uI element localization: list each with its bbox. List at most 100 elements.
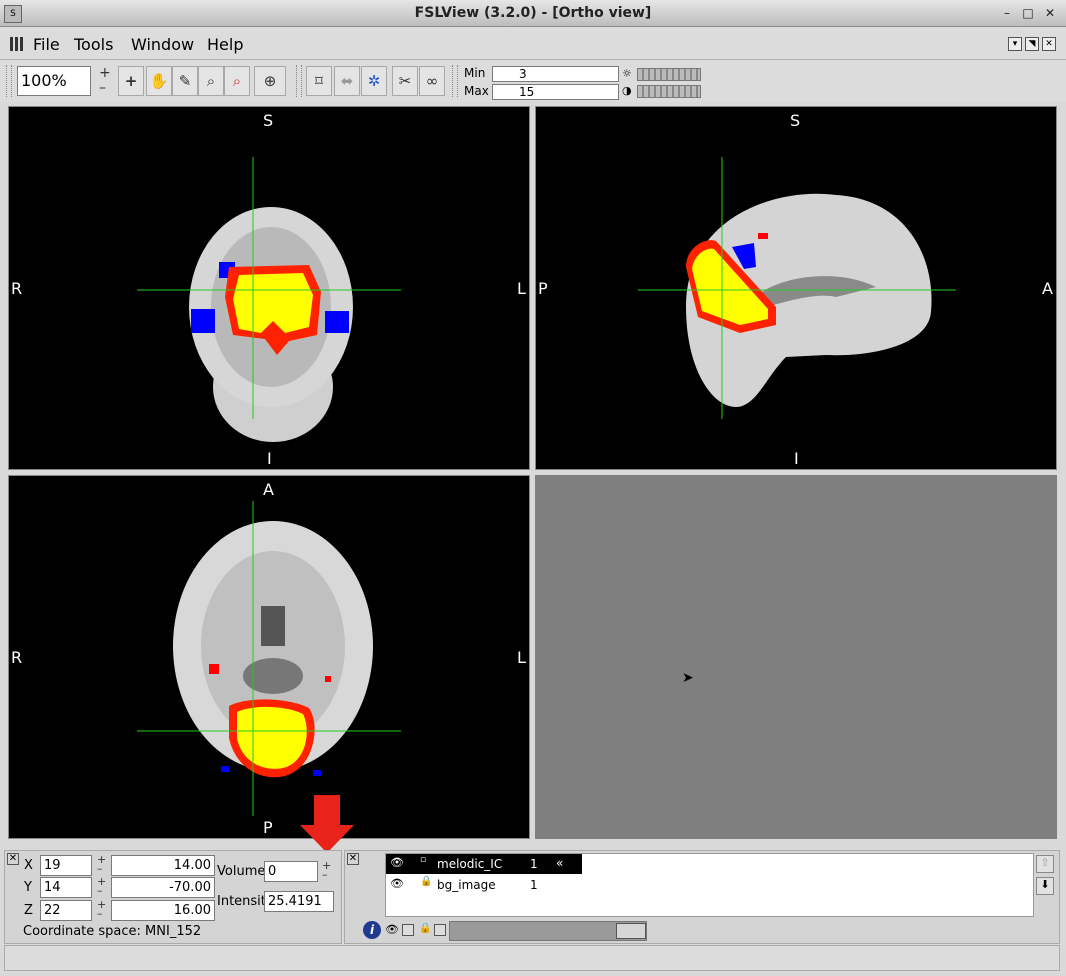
cursor-target-icon[interactable]: ⊕	[254, 66, 286, 96]
toolbar-separator-2	[452, 65, 458, 97]
menu-help[interactable]: Help	[207, 35, 243, 54]
double-chevron-left-icon[interactable]: «	[556, 856, 563, 870]
x-mm-input[interactable]: 14.00	[111, 855, 215, 876]
y-mm-input[interactable]: -70.00	[111, 877, 215, 898]
mdi-minimize-icon[interactable]: ▾	[1008, 37, 1022, 51]
title-bar: S FSLView (3.2.0) - [Ortho view] – □ ✕	[0, 0, 1066, 27]
min-label: Min	[464, 66, 486, 80]
sagittal-bottom-label: I	[794, 449, 799, 468]
intensity-field: 25.4191	[264, 891, 334, 912]
layer-info-icon[interactable]: i	[363, 921, 381, 939]
coronal-brain-image	[137, 157, 401, 442]
visibility-eye-icon[interactable]: 👁	[390, 877, 404, 890]
layer-panel: ✕ 👁 ▫ melodic_IC 1 « 👁 🔒 bg_image 1 ⇧ ⬇ …	[344, 850, 1060, 944]
menu-file[interactable]: File	[33, 35, 60, 54]
mdi-restore-icon[interactable]: ◥	[1025, 37, 1039, 51]
layer-panel-close-icon[interactable]: ✕	[347, 853, 359, 865]
toolbar: 100% + – + ✋ ✎ ⌕ ⌕ ⊕ ⌑ ⬌ ✲ ✂ ∞ Min 3 Max…	[0, 60, 1066, 102]
layer-lock-checkbox[interactable]	[434, 924, 446, 936]
x-voxel-input[interactable]: 19	[40, 855, 92, 876]
coordinate-space-label: Coordinate space: MNI_152	[23, 924, 202, 939]
menu-bar: File Tools Window Help ▾ ◥ ✕	[0, 27, 1066, 60]
zoom-input[interactable]: 100%	[17, 66, 91, 96]
sagittal-top-label: S	[790, 111, 801, 130]
brightness-icon: ☼	[622, 67, 632, 80]
layer-checkbox[interactable]	[402, 924, 414, 936]
layer-down-button[interactable]: ⬇	[1036, 877, 1054, 895]
mouse-pointer-icon: ➤	[682, 670, 694, 686]
max-input[interactable]: 15	[492, 84, 619, 100]
max-label: Max	[464, 84, 489, 98]
visibility-eye-icon[interactable]: 👁	[390, 856, 404, 869]
layer-value: 1	[530, 857, 538, 871]
layer-name: bg_image	[437, 878, 496, 892]
transparency-slider[interactable]	[449, 921, 647, 941]
transparency-slider-handle[interactable]	[616, 923, 646, 939]
toolbar-grip[interactable]	[6, 65, 12, 97]
y-stepper[interactable]: + –	[97, 876, 106, 896]
brightness-slider[interactable]	[637, 68, 701, 81]
toggle-cursor-icon[interactable]: ⌑	[306, 66, 332, 96]
layer-name: melodic_IC	[437, 857, 503, 871]
crosshair-icon[interactable]: +	[118, 66, 144, 96]
zoom-out-icon[interactable]: ⌕	[224, 66, 250, 96]
axial-top-label: A	[263, 480, 274, 499]
link-icon[interactable]: ✲	[361, 66, 387, 96]
toolbar-separator	[296, 65, 302, 97]
min-input[interactable]: 3	[492, 66, 619, 82]
z-stepper[interactable]: + –	[97, 899, 106, 919]
y-voxel-input[interactable]: 14	[40, 877, 92, 898]
coronal-left-label: R	[11, 279, 23, 298]
fill-icon[interactable]: ⬌	[334, 66, 360, 96]
window-title: FSLView (3.2.0) - [Ortho view]	[414, 5, 652, 21]
layer-row-bg-image[interactable]: 👁 🔒 bg_image 1	[386, 875, 582, 895]
cut-icon[interactable]: ✂	[392, 66, 418, 96]
layer-list: 👁 ▫ melodic_IC 1 « 👁 🔒 bg_image 1	[385, 853, 1034, 917]
status-bar	[4, 945, 1060, 971]
annotation-arrow	[300, 795, 354, 853]
pencil-icon[interactable]: ✎	[172, 66, 198, 96]
zoom-in-icon[interactable]: ⌕	[198, 66, 224, 96]
z-voxel-input[interactable]: 22	[40, 900, 92, 921]
axial-brain-image	[137, 501, 401, 816]
menu-window[interactable]: Window	[131, 35, 194, 54]
x-stepper[interactable]: + –	[97, 854, 106, 874]
lock-icon[interactable]: ▫	[420, 855, 426, 865]
layer-lock-icon[interactable]: 🔒	[419, 923, 431, 934]
sagittal-brain-image	[638, 157, 956, 419]
maximize-icon[interactable]: □	[1021, 6, 1035, 20]
axial-left-label: R	[11, 648, 23, 667]
cursor-panel: ✕ X 19 + – 14.00 Y 14 + – -70.00 Z 22 + – 1…	[4, 850, 342, 944]
layer-value: 1	[530, 878, 538, 892]
layer-up-button[interactable]: ⇧	[1036, 855, 1054, 873]
x-label: X	[24, 858, 33, 873]
z-mm-input[interactable]: 16.00	[111, 900, 215, 921]
layer-visibility-eye-icon[interactable]: 👁	[385, 923, 399, 936]
hand-icon[interactable]: ✋	[146, 66, 172, 96]
minimize-icon[interactable]: –	[1000, 6, 1014, 20]
volume-label: Volume	[217, 864, 266, 879]
zoom-decrease-button[interactable]: –	[99, 81, 106, 95]
binoculars-icon[interactable]: ∞	[419, 66, 445, 96]
layer-row-melodic-ic[interactable]: 👁 ▫ melodic_IC 1 «	[386, 854, 582, 874]
volume-stepper[interactable]: + –	[322, 860, 331, 880]
y-label: Y	[24, 880, 32, 895]
axial-bottom-label: P	[263, 818, 273, 837]
mdi-close-icon[interactable]: ✕	[1042, 37, 1056, 51]
contrast-icon: ◑	[622, 84, 632, 97]
empty-view-panel	[535, 475, 1057, 839]
coronal-view[interactable]: S I R L	[8, 106, 530, 470]
sagittal-view[interactable]: S I P A	[535, 106, 1057, 470]
cursor-panel-close-icon[interactable]: ✕	[7, 853, 19, 865]
close-icon[interactable]: ✕	[1043, 6, 1057, 20]
zoom-increase-button[interactable]: +	[99, 66, 111, 80]
axial-view[interactable]: A P R L	[8, 475, 530, 839]
coronal-right-label: L	[517, 279, 526, 298]
volume-input[interactable]: 0	[264, 861, 318, 882]
coronal-bottom-label: I	[267, 449, 272, 468]
axial-right-label: L	[517, 648, 526, 667]
menu-tools[interactable]: Tools	[74, 35, 113, 54]
coronal-top-label: S	[263, 111, 274, 130]
lock-icon[interactable]: 🔒	[420, 876, 432, 887]
contrast-slider[interactable]	[637, 85, 701, 98]
